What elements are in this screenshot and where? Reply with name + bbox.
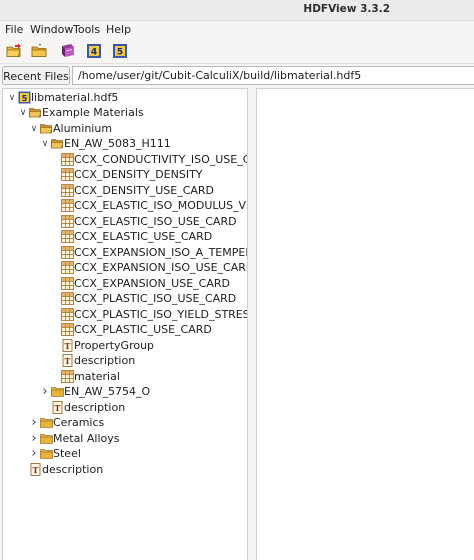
library-book-icon[interactable] — [59, 42, 77, 60]
expand-arrow-right-icon[interactable]: › — [29, 431, 39, 447]
tree-node-label: Ceramics — [53, 416, 105, 429]
tree-node-label: libmaterial.hdf5 — [31, 91, 119, 104]
folder-open-icon — [51, 137, 64, 150]
recent-files-bar: Recent Files /home/user/git/Cubit-Calcul… — [0, 63, 474, 88]
dataset-icon — [61, 277, 74, 290]
content-panel — [256, 88, 474, 560]
menu-help[interactable]: Help — [106, 23, 131, 36]
svg-text:T: T — [33, 465, 39, 475]
expand-arrow-right-icon[interactable]: › — [29, 415, 39, 431]
tree-node-label: CCX_ELASTIC_ISO_USE_CARD — [74, 215, 237, 228]
expand-arrow-down-icon[interactable]: ∨ — [29, 121, 39, 137]
tree-node-label: CCX_EXPANSION_ISO_USE_CARD — [74, 261, 248, 274]
tree-node-label: CCX_CONDUCTIVITY_ISO_USE_CA — [74, 153, 248, 166]
expand-arrow-right-icon[interactable]: › — [29, 446, 39, 462]
dataset-icon — [61, 292, 74, 305]
dataset-icon — [61, 215, 74, 228]
folder-icon — [40, 416, 53, 429]
folder-icon — [51, 385, 64, 398]
tree-node-label: PropertyGroup — [74, 339, 155, 352]
tree-node-label: Example Materials — [42, 106, 144, 119]
toolbar: 4 5 — [0, 39, 474, 63]
open-folder-icon[interactable] — [30, 42, 48, 60]
tree-node-label: material — [74, 370, 120, 383]
recent-files-button[interactable]: Recent Files — [2, 66, 70, 85]
tree-node-label: CCX_DENSITY_DENSITY — [74, 168, 203, 181]
folder-icon — [40, 447, 53, 460]
tree-node-label: description — [42, 463, 104, 476]
dataset-icon — [61, 230, 74, 243]
expand-arrow-down-icon[interactable]: ∨ — [7, 90, 17, 106]
tree-node-label: CCX_EXPANSION_USE_CARD — [74, 277, 230, 290]
svg-text:4: 4 — [91, 48, 97, 58]
menu-tools[interactable]: Tools — [73, 23, 100, 36]
tree-node-label: description — [74, 354, 136, 367]
text-dataset-icon: T — [61, 339, 74, 352]
tree-node-label: CCX_EXPANSION_ISO_A_TEMPER — [74, 246, 248, 259]
menu-bar: File Window Tools Help — [0, 21, 474, 39]
menu-file[interactable]: File — [5, 23, 23, 36]
tree-node-label: CCX_ELASTIC_USE_CARD — [74, 230, 213, 243]
tree-node-label: CCX_DENSITY_USE_CARD — [74, 184, 215, 197]
tree-node-label: CCX_PLASTIC_ISO_USE_CARD — [74, 292, 237, 305]
dataset-icon — [61, 246, 74, 259]
dataset-icon — [61, 323, 74, 336]
folder-open-icon — [40, 122, 53, 135]
dataset-icon — [61, 370, 74, 383]
hdf5-file-icon: 5 — [18, 91, 31, 104]
dataset-icon — [61, 153, 74, 166]
menu-window[interactable]: Window — [30, 23, 73, 36]
tree-node-label: CCX_PLASTIC_USE_CARD — [74, 323, 212, 336]
folder-icon — [40, 432, 53, 445]
open-file-icon[interactable] — [5, 42, 23, 60]
hdf5-icon[interactable]: 5 — [111, 42, 129, 60]
dataset-icon — [61, 199, 74, 212]
tree-node-label: EN_AW_5083_H111 — [64, 137, 171, 150]
tree-node-label: Steel — [53, 447, 81, 460]
window-title: HDFView 3.3.2 — [303, 3, 390, 15]
tree-node-label: CCX_ELASTIC_ISO_MODULUS_VS — [74, 199, 248, 212]
svg-text:T: T — [65, 341, 71, 351]
panel-splitter[interactable] — [249, 88, 255, 560]
svg-text:5: 5 — [22, 94, 28, 103]
dataset-icon — [61, 184, 74, 197]
dataset-icon — [61, 261, 74, 274]
text-dataset-icon: T — [61, 354, 74, 367]
expand-arrow-down-icon[interactable]: ∨ — [40, 136, 50, 152]
text-dataset-icon: T — [51, 401, 64, 414]
expand-arrow-right-icon[interactable]: › — [40, 384, 50, 400]
recent-file-path-field[interactable]: /home/user/git/Cubit-CalculiX/build/libm… — [72, 66, 474, 85]
folder-open-icon — [29, 106, 42, 119]
tree-panel[interactable]: ∨ 5 libmaterial.hdf5 ∨ Example Materials ∨ Alu… — [2, 88, 248, 560]
hdf4-icon[interactable]: 4 — [85, 42, 103, 60]
expand-arrow-down-icon[interactable]: ∨ — [18, 105, 28, 121]
tree-node-label: EN_AW_5754_O — [64, 385, 151, 398]
dataset-icon — [61, 308, 74, 321]
tree-node-label: CCX_PLASTIC_ISO_YIELD_STRESS — [74, 308, 248, 321]
svg-text:T: T — [55, 403, 61, 413]
tree-node-label: Metal Alloys — [53, 432, 120, 445]
tree-node-label: Aluminium — [53, 122, 113, 135]
tree-node-label: description — [64, 401, 126, 414]
svg-text:5: 5 — [117, 48, 123, 58]
svg-text:T: T — [65, 356, 71, 366]
text-dataset-icon: T — [29, 463, 42, 476]
dataset-icon — [61, 168, 74, 181]
title-bar: HDFView 3.3.2 — [0, 0, 474, 21]
